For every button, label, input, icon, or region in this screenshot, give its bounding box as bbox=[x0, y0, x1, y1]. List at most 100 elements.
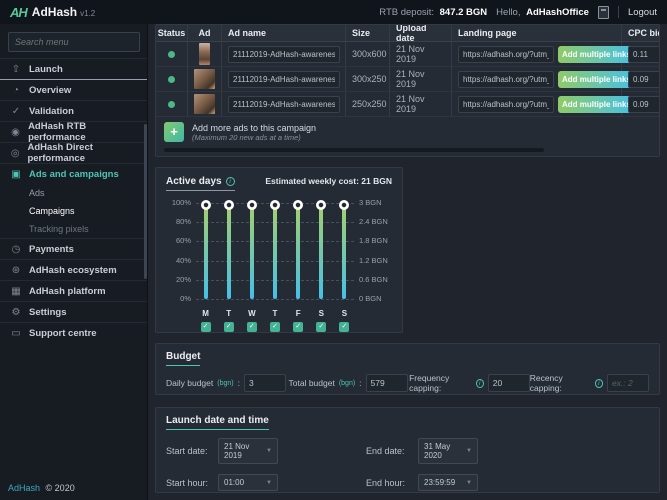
info-icon[interactable]: i bbox=[595, 379, 603, 388]
slider-handle[interactable] bbox=[247, 200, 257, 210]
day-checkbox[interactable] bbox=[224, 322, 234, 332]
landing-page-input[interactable] bbox=[458, 46, 554, 63]
day-checkbox[interactable] bbox=[339, 322, 349, 332]
day-checkbox[interactable] bbox=[201, 322, 211, 332]
slider-handle[interactable] bbox=[224, 200, 234, 210]
add-more-subtitle: (Maximum 20 new ads at a time) bbox=[192, 133, 316, 142]
col-status: Status bbox=[156, 25, 188, 41]
sidebar-item-ecosystem[interactable]: ⊛ AdHash ecosystem bbox=[0, 259, 147, 280]
sidebar-item-ads-and-campaigns[interactable]: ▣ Ads and campaigns bbox=[0, 163, 147, 184]
payments-icon: ◷ bbox=[10, 244, 22, 255]
launch-datetime-title: Launch date and time bbox=[166, 415, 269, 430]
sidebar-item-platform[interactable]: ▦ AdHash platform bbox=[0, 280, 147, 301]
landing-page-input[interactable] bbox=[458, 96, 554, 113]
ad-thumbnail[interactable] bbox=[199, 43, 210, 65]
settings-gear-icon: ⚙ bbox=[10, 307, 22, 318]
sidebar-item-settings[interactable]: ⚙ Settings bbox=[0, 301, 147, 322]
logout-button[interactable]: Logout bbox=[628, 7, 657, 18]
table-row: 300x250 21 Nov 2019 Add multiple links bbox=[156, 67, 660, 92]
ad-name-input[interactable] bbox=[228, 71, 340, 88]
sidebar-scrollbar[interactable] bbox=[144, 124, 147, 279]
platform-icon: ▦ bbox=[10, 286, 22, 297]
app-version: v1.2 bbox=[80, 9, 95, 18]
sidebar-subitem-tracking-pixels[interactable]: Tracking pixels bbox=[0, 220, 147, 238]
sidebar-item-launch[interactable]: ⇧ Launch bbox=[0, 58, 147, 79]
sidebar-item-support-centre[interactable]: ▭ Support centre bbox=[0, 322, 147, 343]
day-sliders: 100%80% 60%40% 20%0% bbox=[166, 199, 392, 303]
ad-name-input[interactable] bbox=[228, 46, 340, 63]
sidebar: ⇧ Launch ◔ Overview ✓ Validation ◉ AdHas… bbox=[0, 24, 148, 500]
header-divider bbox=[618, 6, 619, 18]
slider-handle[interactable] bbox=[316, 200, 326, 210]
search-input[interactable] bbox=[8, 32, 140, 52]
chevron-down-icon: ▼ bbox=[266, 480, 272, 486]
sidebar-item-payments[interactable]: ◷ Payments bbox=[0, 238, 147, 259]
ad-thumbnail[interactable] bbox=[194, 94, 215, 114]
start-date-select[interactable]: 21 Nov 2019▼ bbox=[218, 438, 278, 464]
day-checkbox[interactable] bbox=[293, 322, 303, 332]
recency-capping-input[interactable] bbox=[607, 374, 649, 392]
status-active-dot bbox=[168, 101, 175, 108]
col-landing-page: Landing page bbox=[452, 25, 622, 41]
landing-page-input[interactable] bbox=[458, 71, 554, 88]
launch-icon: ⇧ bbox=[10, 64, 22, 75]
table-row: 300x600 21 Nov 2019 Add multiple links bbox=[156, 42, 660, 67]
day-checkbox[interactable] bbox=[316, 322, 326, 332]
end-hour-select[interactable]: 23:59:59▼ bbox=[418, 474, 478, 491]
slider-handle[interactable] bbox=[201, 200, 211, 210]
day-checkbox[interactable] bbox=[247, 322, 257, 332]
add-ads-button[interactable]: + bbox=[164, 122, 184, 142]
chevron-down-icon: ▼ bbox=[466, 480, 472, 486]
cpc-bid-input[interactable] bbox=[628, 46, 660, 63]
sidebar-item-rtb-performance[interactable]: ◉ AdHash RTB performance bbox=[0, 121, 147, 142]
sidebar-subitem-campaigns[interactable]: Campaigns bbox=[0, 202, 147, 220]
greeting-label: Hello, bbox=[496, 7, 520, 18]
budget-title: Budget bbox=[166, 351, 200, 366]
day-slider-track[interactable] bbox=[250, 203, 254, 299]
slider-handle[interactable] bbox=[339, 200, 349, 210]
ads-campaigns-icon: ▣ bbox=[10, 169, 22, 180]
direct-performance-icon: ◎ bbox=[10, 148, 20, 159]
end-date-select[interactable]: 31 May 2020▼ bbox=[418, 438, 478, 464]
day-slider-track[interactable] bbox=[204, 203, 208, 299]
day-slider-track[interactable] bbox=[227, 203, 231, 299]
day-checkbox[interactable] bbox=[270, 322, 280, 332]
daily-budget-input[interactable] bbox=[244, 374, 286, 392]
day-slider-track[interactable] bbox=[342, 203, 346, 299]
sidebar-item-direct-performance[interactable]: ◎ AdHash Direct performance bbox=[0, 142, 147, 163]
day-slider-track[interactable] bbox=[273, 203, 277, 299]
info-icon[interactable]: i bbox=[476, 379, 484, 388]
start-date-label: Start date: bbox=[166, 446, 218, 456]
day-slider-track[interactable] bbox=[319, 203, 323, 299]
footer-brand-link[interactable]: AdHash bbox=[8, 483, 40, 493]
slider-handle[interactable] bbox=[270, 200, 280, 210]
ad-name-input[interactable] bbox=[228, 96, 340, 113]
support-chat-icon: ▭ bbox=[10, 328, 22, 339]
estimated-weekly-cost: Estimated weekly cost: 21 BGN bbox=[265, 176, 392, 186]
col-ad-name: Ad name bbox=[222, 25, 346, 41]
start-hour-select[interactable]: 01:00▼ bbox=[218, 474, 278, 491]
info-icon[interactable]: i bbox=[226, 177, 235, 186]
rtb-performance-icon: ◉ bbox=[10, 127, 21, 138]
active-days-title: Active days bbox=[166, 176, 222, 187]
cpc-bid-input[interactable] bbox=[628, 96, 660, 113]
app-title: AdHash bbox=[32, 5, 77, 19]
sidebar-item-overview[interactable]: ◔ Overview bbox=[0, 79, 147, 100]
username: AdHashOffice bbox=[526, 7, 589, 18]
ad-thumbnail[interactable] bbox=[194, 69, 215, 89]
clipboard-icon[interactable] bbox=[598, 6, 609, 19]
sidebar-item-validation[interactable]: ✓ Validation bbox=[0, 100, 147, 121]
ads-table-panel: Status Ad Ad name Size Upload date Landi… bbox=[155, 24, 660, 157]
table-horizontal-scrollbar[interactable] bbox=[164, 148, 651, 152]
chevron-down-icon: ▼ bbox=[466, 448, 472, 454]
status-active-dot bbox=[168, 76, 175, 83]
total-budget-input[interactable] bbox=[366, 374, 408, 392]
slider-handle[interactable] bbox=[293, 200, 303, 210]
day-slider-track[interactable] bbox=[296, 203, 300, 299]
frequency-capping-input[interactable] bbox=[488, 374, 530, 392]
sidebar-subitem-ads[interactable]: Ads bbox=[0, 184, 147, 202]
add-more-ads-row: + Add more ads to this campaign (Maximum… bbox=[156, 117, 659, 146]
recency-capping-label: Recency capping: bbox=[530, 373, 591, 393]
end-hour-label: End hour: bbox=[366, 478, 418, 488]
cpc-bid-input[interactable] bbox=[628, 71, 660, 88]
